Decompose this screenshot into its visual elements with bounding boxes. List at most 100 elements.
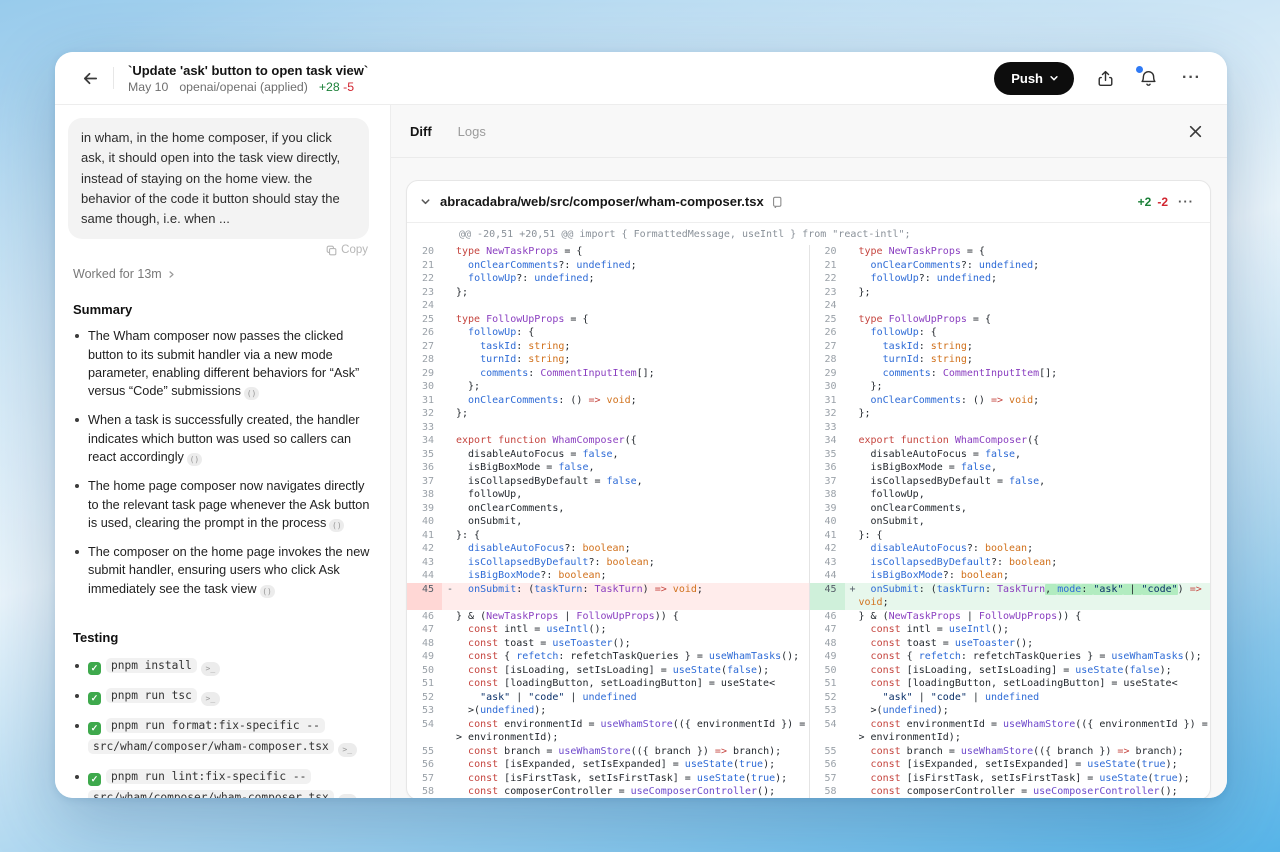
diff-marker xyxy=(845,745,859,759)
file-menu-button[interactable]: ··· xyxy=(1178,194,1194,209)
diff-marker xyxy=(845,448,859,462)
notification-dot xyxy=(1136,65,1144,73)
diff-marker xyxy=(845,313,859,327)
push-button[interactable]: Push xyxy=(994,61,1075,95)
deletions-count: -5 xyxy=(343,79,355,94)
diff-row: 49 const { refetch: refetchTaskQueries }… xyxy=(810,650,1211,664)
copy-path-button[interactable] xyxy=(771,196,783,208)
line-number: 48 xyxy=(421,637,434,649)
code-line: followUp: { xyxy=(870,327,937,338)
diff-row: 37 isCollapsedByDefault = false, xyxy=(407,475,809,489)
more-menu-button[interactable]: ··· xyxy=(1180,67,1203,89)
terminal-log-chip[interactable]: >_ xyxy=(200,661,220,676)
diff-marker xyxy=(442,758,456,772)
chevron-down-icon xyxy=(1050,76,1058,81)
code-line: }; xyxy=(456,381,481,392)
line-number: 43 xyxy=(421,556,434,568)
code-citation-chip[interactable]: () xyxy=(259,584,275,598)
diff-row: 33 xyxy=(407,421,809,435)
testing-list: ✓ pnpm install >_ ✓ pnpm run tsc >_ ✓ pnpm run … xyxy=(73,655,376,798)
diff-row: 54 const environmentId = useWhamStore(({… xyxy=(810,718,1211,745)
code-citation-chip[interactable]: () xyxy=(244,387,260,401)
diff-marker xyxy=(845,394,859,408)
diff-row: 39 onClearComments, xyxy=(407,502,809,516)
worked-for-label: Worked for 13m xyxy=(73,267,162,282)
code-line: disableAutoFocus = false, xyxy=(858,448,1022,460)
diff-row: 25 type FollowUpProps = { xyxy=(810,313,1211,327)
diff-row: 23}; xyxy=(810,286,1211,300)
line-number: 38 xyxy=(824,489,837,500)
terminal-log-chip[interactable]: >_ xyxy=(337,742,357,757)
diff-marker xyxy=(845,299,859,313)
code-line: }; xyxy=(858,381,883,392)
diff-pane-old: 20 type NewTaskProps = {21 onClearComment… xyxy=(407,245,809,798)
back-button[interactable] xyxy=(75,63,105,93)
line-number: 32 xyxy=(421,408,434,419)
share-button[interactable] xyxy=(1094,67,1117,90)
test-command: pnpm run tsc xyxy=(106,687,197,703)
diff-marker xyxy=(442,326,456,340)
code-line: }; xyxy=(456,408,469,419)
tab-logs[interactable]: Logs xyxy=(458,124,486,139)
terminal-log-chip[interactable]: >_ xyxy=(337,793,357,798)
copy-button[interactable]: Copy xyxy=(55,244,368,256)
code-line: const branch = useWhamStore(({ branch })… xyxy=(468,745,782,757)
code-line: const intl = useIntl(); xyxy=(870,624,1010,635)
code-line: const branch = useWhamStore(({ branch })… xyxy=(870,745,1184,757)
terminal-log-chip[interactable]: >_ xyxy=(200,691,220,706)
diff-marker xyxy=(845,529,859,543)
tab-diff[interactable]: Diff xyxy=(410,124,432,139)
diff-row: 26 followUp: { xyxy=(810,326,1211,340)
diff-row: 57 const [isFirstTask, setIsFirstTask] =… xyxy=(407,772,809,786)
file-path: abracadabra/web/src/composer/wham-compos… xyxy=(440,194,764,209)
line-number: 36 xyxy=(421,462,434,473)
diff-marker xyxy=(442,245,456,259)
diff-marker xyxy=(442,542,456,556)
line-number: 49 xyxy=(421,651,434,662)
test-item: ✓ pnpm install >_ xyxy=(73,655,376,676)
line-number: 33 xyxy=(824,421,837,433)
line-number: 35 xyxy=(824,448,837,460)
line-number: 54 xyxy=(824,718,837,730)
diff-row: 46} & (NewTaskProps | FollowUpProps)) { xyxy=(407,610,809,624)
share-icon xyxy=(1098,70,1113,86)
diff-marker xyxy=(845,286,859,300)
summary-item: The composer on the home page invokes th… xyxy=(73,543,372,598)
close-panel-button[interactable] xyxy=(1188,124,1203,139)
line-number: 33 xyxy=(421,421,434,433)
code-line: export function WhamComposer({ xyxy=(456,435,637,446)
diff-marker xyxy=(442,340,456,354)
code-line: onSubmit: (taskTurn: TaskTurn) => void; xyxy=(456,582,809,610)
worked-for-toggle[interactable]: Worked for 13m xyxy=(73,267,390,281)
code-citation-chip[interactable]: () xyxy=(329,519,345,533)
diff-row: 24 xyxy=(407,299,809,313)
diff-row: 43 isCollapsedByDefault?: boolean; xyxy=(407,556,809,570)
line-number: 22 xyxy=(824,273,837,284)
summary-list: The Wham composer now passes the clicked… xyxy=(73,327,372,609)
code-line: const [isFirstTask, setIsFirstTask] = us… xyxy=(870,772,1190,784)
code-line: const [isFirstTask, setIsFirstTask] = us… xyxy=(468,772,788,784)
diff-marker xyxy=(442,299,456,313)
diff-marker xyxy=(845,488,859,502)
diff-row: 27 taskId: string; xyxy=(407,340,809,354)
diff-row: 44 isBigBoxMode?: boolean; xyxy=(810,569,1211,583)
line-number: 58 xyxy=(421,786,434,797)
diff-marker xyxy=(845,245,859,259)
code-citation-chip[interactable]: () xyxy=(186,453,202,467)
file-header[interactable]: abracadabra/web/src/composer/wham-compos… xyxy=(407,181,1210,223)
copy-icon xyxy=(326,245,337,256)
diff-scroll-area[interactable]: abracadabra/web/src/composer/wham-compos… xyxy=(391,158,1227,798)
code-line: followUp, xyxy=(858,489,925,500)
line-number: 20 xyxy=(824,246,837,257)
code-line: isBigBoxMode = false, xyxy=(456,462,595,473)
line-number: 25 xyxy=(421,313,434,325)
notifications-button[interactable] xyxy=(1136,65,1160,90)
code-line: const [loadingButton, setLoadingButton] … xyxy=(870,678,1178,689)
line-number: 28 xyxy=(421,354,434,365)
diff-row: 43 isCollapsedByDefault?: boolean; xyxy=(810,556,1211,570)
test-command: pnpm install xyxy=(106,657,197,673)
diff-row: 39 onClearComments, xyxy=(810,502,1211,516)
code-line: }; xyxy=(456,286,469,298)
ellipsis-icon: ··· xyxy=(1182,69,1201,86)
